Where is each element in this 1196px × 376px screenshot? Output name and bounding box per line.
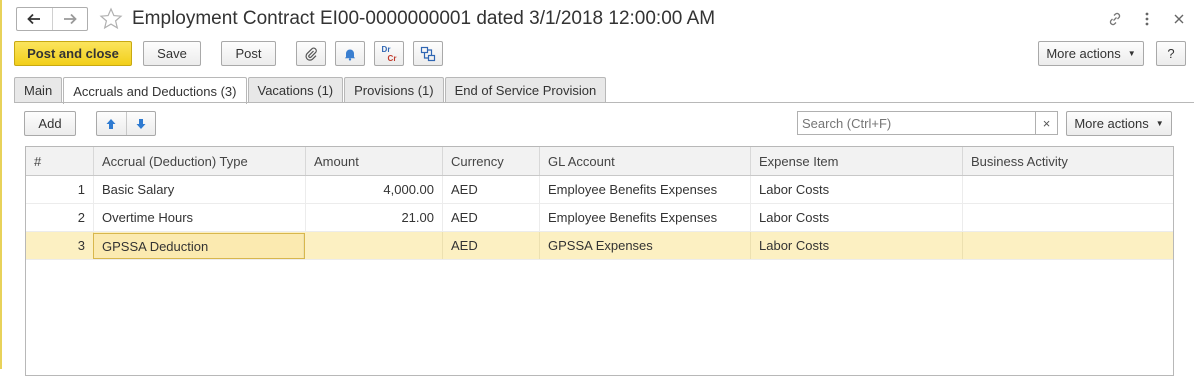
hierarchy-icon: [420, 46, 436, 61]
expense-item-cell[interactable]: Labor Costs: [751, 232, 963, 259]
title-bar: Employment Contract EI00-0000000001 date…: [16, 6, 1188, 34]
journal-entries-button[interactable]: Dr Cr: [374, 41, 404, 66]
link-button[interactable]: [1106, 10, 1124, 28]
column-header-currency[interactable]: Currency: [443, 147, 540, 175]
tab-provisions[interactable]: Provisions (1): [344, 77, 444, 103]
arrow-right-icon: [63, 13, 77, 25]
link-icon: [1109, 12, 1121, 26]
currency-cell[interactable]: AED: [443, 204, 540, 231]
business-activity-cell[interactable]: [963, 204, 1173, 231]
search-input[interactable]: [797, 111, 1057, 135]
type-cell[interactable]: Basic Salary: [94, 176, 306, 203]
favorite-star-button[interactable]: [98, 6, 124, 32]
table-toolbar: Add × More actions ▼: [24, 111, 1174, 137]
column-header-amount[interactable]: Amount: [306, 147, 443, 175]
table-header: # Accrual (Deduction) Type Amount Curren…: [26, 147, 1173, 176]
star-icon: [99, 7, 123, 30]
close-button[interactable]: [1170, 10, 1188, 28]
page-title: Employment Contract EI00-0000000001 date…: [132, 8, 716, 29]
expense-item-cell[interactable]: Labor Costs: [751, 204, 963, 231]
amount-cell[interactable]: 4,000.00: [306, 176, 443, 203]
arrow-up-icon: [106, 118, 116, 129]
reminder-button[interactable]: [335, 41, 365, 66]
save-button[interactable]: Save: [143, 41, 201, 66]
back-button[interactable]: [17, 8, 52, 30]
left-accent-bar: [0, 0, 2, 369]
row-number: 2: [26, 204, 94, 231]
gl-account-cell[interactable]: GPSSA Expenses: [540, 232, 751, 259]
amount-cell[interactable]: 21.00: [306, 204, 443, 231]
cr-label: Cr: [387, 53, 397, 63]
bell-icon: [344, 49, 356, 61]
tab-bar: Main Accruals and Deductions (3) Vacatio…: [14, 77, 607, 104]
post-and-close-button[interactable]: Post and close: [14, 41, 132, 66]
column-header-number[interactable]: #: [26, 147, 94, 175]
chevron-down-icon: ▼: [1155, 119, 1164, 128]
add-row-button[interactable]: Add: [24, 111, 76, 136]
help-button[interactable]: ?: [1156, 41, 1186, 66]
currency-cell[interactable]: AED: [443, 176, 540, 203]
tab-main[interactable]: Main: [14, 77, 63, 103]
column-header-gl-account[interactable]: GL Account: [540, 147, 751, 175]
accruals-table: # Accrual (Deduction) Type Amount Curren…: [25, 146, 1174, 376]
vertical-dots-icon: [1145, 12, 1149, 26]
more-actions-button[interactable]: More actions ▼: [1038, 41, 1144, 66]
table-row[interactable]: 2 Overtime Hours 21.00 AED Employee Bene…: [26, 204, 1173, 232]
arrow-left-icon: [27, 13, 41, 25]
forward-button[interactable]: [51, 8, 88, 30]
type-cell-focused[interactable]: GPSSA Deduction: [93, 233, 305, 259]
move-down-button[interactable]: [125, 112, 156, 135]
table-row[interactable]: 1 Basic Salary 4,000.00 AED Employee Ben…: [26, 176, 1173, 204]
search-clear-button[interactable]: ×: [1035, 111, 1058, 135]
tab-divider: [14, 102, 1194, 103]
paperclip-icon: [305, 47, 317, 61]
amount-cell[interactable]: [306, 232, 443, 259]
tab-end-of-service-provision[interactable]: End of Service Provision: [444, 77, 607, 103]
business-activity-cell[interactable]: [963, 232, 1173, 259]
post-button[interactable]: Post: [221, 41, 276, 66]
window-controls: [1106, 8, 1188, 30]
close-icon: [1174, 14, 1184, 24]
type-cell[interactable]: Overtime Hours: [94, 204, 306, 231]
history-nav: [16, 7, 88, 31]
table-row-selected[interactable]: 3 GPSSA Deduction AED GPSSA Expenses Lab…: [26, 232, 1173, 260]
column-header-expense-item[interactable]: Expense Item: [751, 147, 963, 175]
column-header-type[interactable]: Accrual (Deduction) Type: [94, 147, 306, 175]
tab-vacations[interactable]: Vacations (1): [247, 77, 344, 103]
dr-label: Dr: [381, 44, 391, 54]
gl-account-cell[interactable]: Employee Benefits Expenses: [540, 204, 751, 231]
command-bar: Post and close Save Post Dr Cr More acti…: [14, 41, 1188, 67]
structure-button[interactable]: [413, 41, 443, 66]
move-up-button[interactable]: [97, 112, 126, 135]
more-actions-label: More actions: [1046, 46, 1121, 61]
arrow-down-icon: [136, 118, 146, 129]
chevron-down-icon: ▼: [1127, 49, 1136, 58]
currency-cell[interactable]: AED: [443, 232, 540, 259]
table-more-actions-button[interactable]: More actions ▼: [1066, 111, 1172, 136]
expense-item-cell[interactable]: Labor Costs: [751, 176, 963, 203]
table-more-actions-label: More actions: [1074, 116, 1149, 131]
column-header-business-activity[interactable]: Business Activity: [963, 147, 1173, 175]
gl-account-cell[interactable]: Employee Benefits Expenses: [540, 176, 751, 203]
row-number: 3: [26, 232, 94, 259]
tab-accruals-and-deductions[interactable]: Accruals and Deductions (3): [63, 77, 247, 104]
move-row-buttons: [96, 111, 156, 136]
attach-button[interactable]: [296, 41, 326, 66]
business-activity-cell[interactable]: [963, 176, 1173, 203]
more-menu-button[interactable]: [1138, 10, 1156, 28]
row-number: 1: [26, 176, 94, 203]
